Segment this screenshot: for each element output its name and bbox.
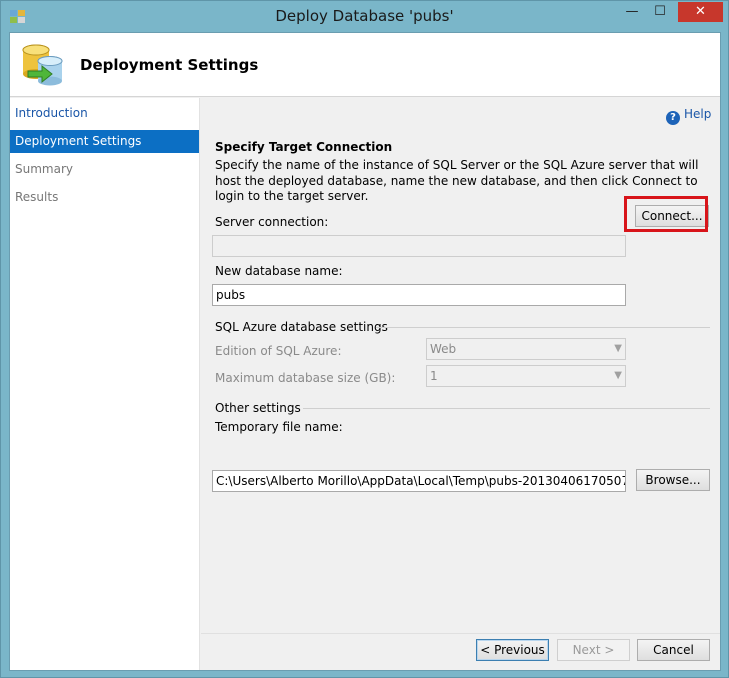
help-icon: ? <box>666 111 680 125</box>
cancel-button[interactable]: Cancel <box>637 639 710 661</box>
help-link[interactable]: ? Help <box>666 107 711 125</box>
page-title: Deployment Settings <box>80 56 259 74</box>
azure-group-divider <box>376 327 710 328</box>
server-connection-field[interactable] <box>212 235 626 257</box>
chevron-down-icon: ▼ <box>614 370 622 381</box>
connect-highlight-frame <box>624 196 708 232</box>
edition-label: Edition of SQL Azure: <box>215 344 342 358</box>
help-label: Help <box>684 107 712 121</box>
browse-button[interactable]: Browse... <box>636 469 710 491</box>
nav-item-summary: Summary <box>15 162 73 176</box>
max-size-label: Maximum database size (GB): <box>215 371 396 385</box>
max-size-select[interactable]: 1 ▼ <box>426 365 626 387</box>
max-size-value: 1 <box>430 369 438 383</box>
next-button: Next > <box>557 639 630 661</box>
maximize-button[interactable]: ☐ <box>646 2 674 22</box>
title-bar[interactable]: Deploy Database 'pubs' — ☐ ✕ <box>1 1 728 32</box>
database-deploy-icon <box>22 44 63 86</box>
wizard-nav: Introduction Deployment Settings Summary… <box>10 98 200 670</box>
footer-divider <box>201 633 720 634</box>
edition-value: Web <box>430 342 457 356</box>
temp-file-label: Temporary file name: <box>215 420 343 434</box>
section-title: Specify Target Connection <box>215 140 393 154</box>
new-database-name-label: New database name: <box>215 264 343 278</box>
temp-file-field[interactable]: C:\Users\Alberto Morillo\AppData\Local\T… <box>212 470 626 492</box>
page-header: Deployment Settings <box>10 33 720 97</box>
other-settings-group-label: Other settings <box>215 401 301 415</box>
nav-item-introduction[interactable]: Introduction <box>10 102 199 125</box>
minimize-button[interactable]: — <box>618 2 646 22</box>
nav-item-deployment-settings[interactable]: Deployment Settings <box>10 130 199 153</box>
dialog-window: Deploy Database 'pubs' — ☐ ✕ Deployment … <box>0 0 729 678</box>
nav-item-results: Results <box>15 190 59 204</box>
new-database-name-field[interactable]: pubs <box>212 284 626 306</box>
edition-select[interactable]: Web ▼ <box>426 338 626 360</box>
dialog-client-area: Deployment Settings Introduction Deploym… <box>9 32 721 671</box>
azure-settings-group-label: SQL Azure database settings <box>215 320 388 334</box>
server-connection-label: Server connection: <box>215 215 329 229</box>
other-group-divider <box>303 408 710 409</box>
chevron-down-icon: ▼ <box>614 343 622 354</box>
settings-panel: ? Help Specify Target Connection Specify … <box>201 98 720 633</box>
close-button[interactable]: ✕ <box>678 2 723 22</box>
previous-button[interactable]: < Previous <box>476 639 549 661</box>
